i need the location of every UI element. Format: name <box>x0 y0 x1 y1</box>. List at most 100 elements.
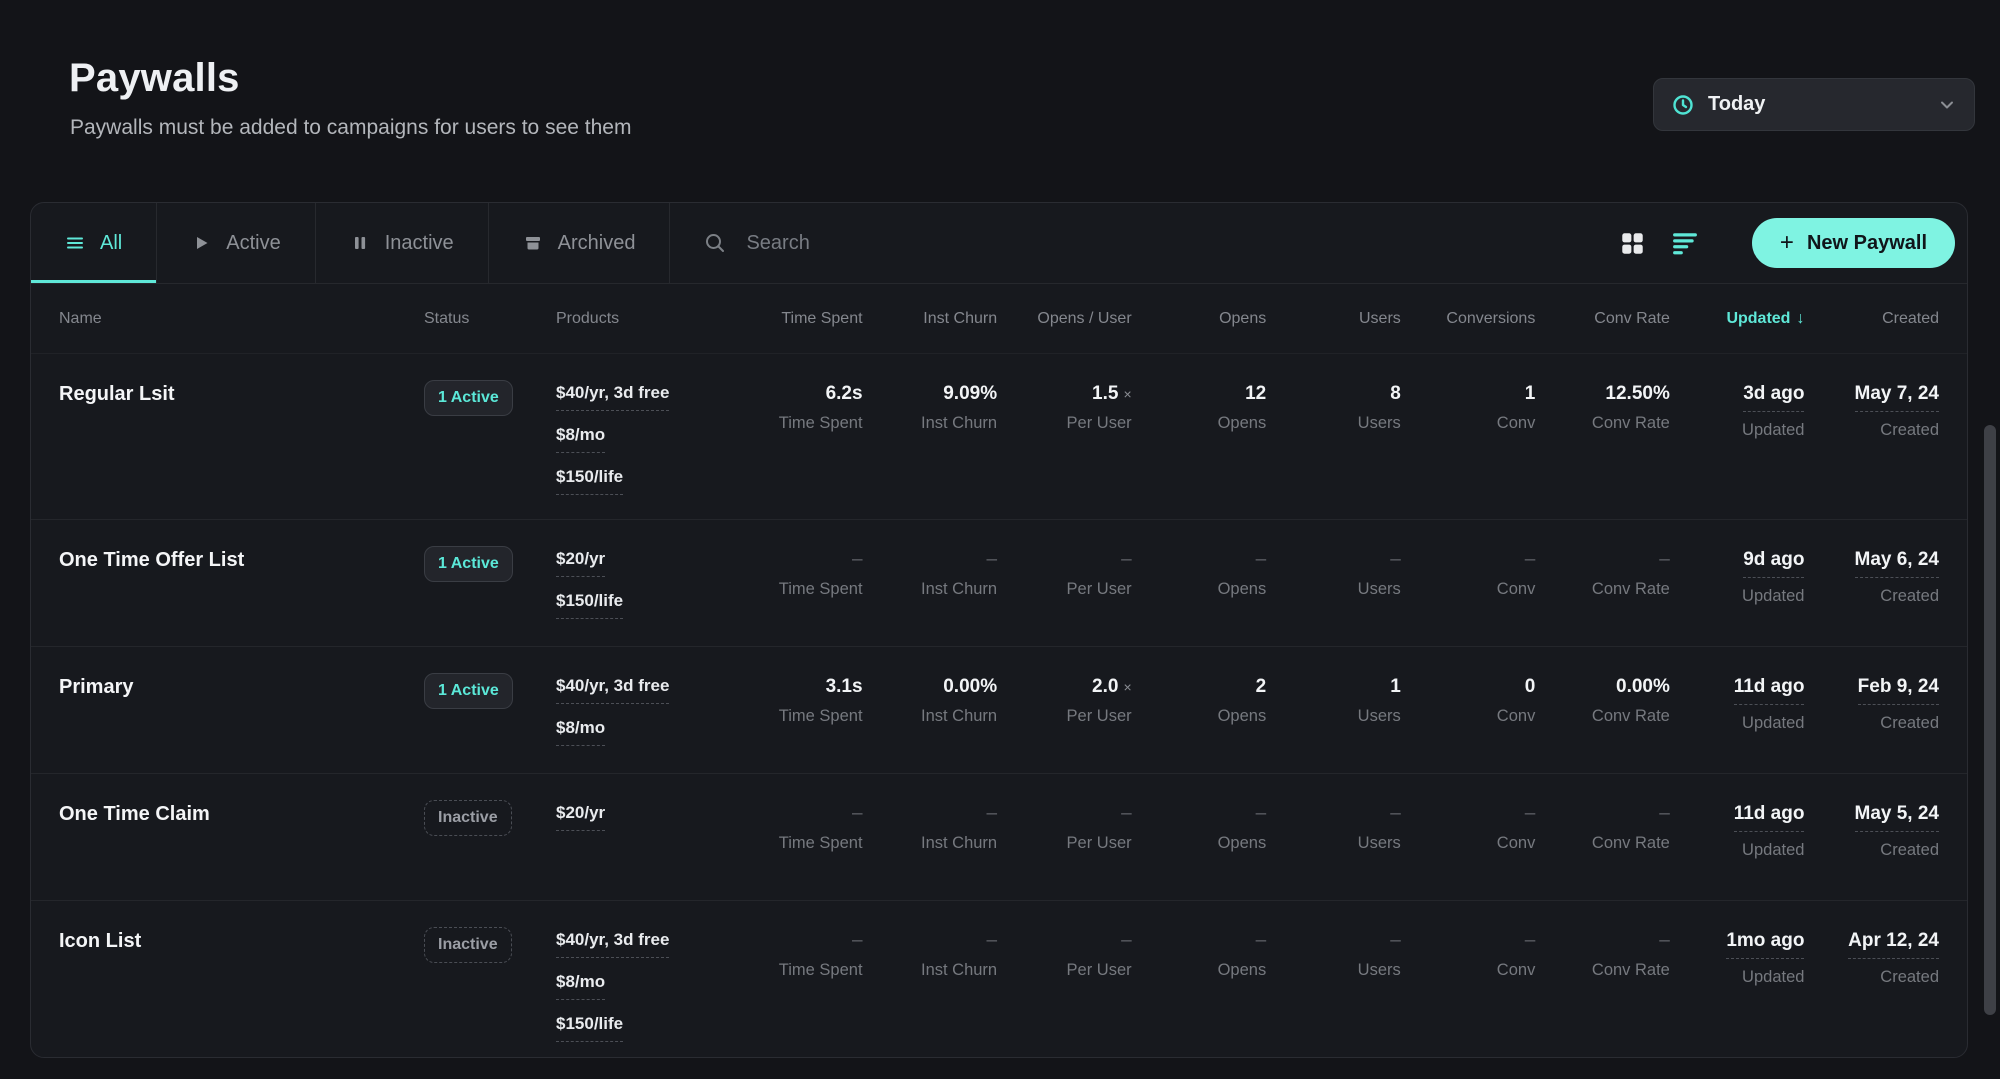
page-subtitle: Paywalls must be added to campaigns for … <box>70 116 631 140</box>
metric-label: Conv Rate <box>1592 707 1670 726</box>
status-badge: 1 Active <box>424 380 513 416</box>
column-header-conversions[interactable]: Conversions <box>1401 310 1536 328</box>
column-header-conv-rate[interactable]: Conv Rate <box>1535 310 1670 328</box>
opens-per-user-cell: –Per User <box>997 546 1132 599</box>
status-badge: 1 Active <box>424 673 513 709</box>
created-value: May 6, 24 <box>1855 549 1940 570</box>
metric-label: Created <box>1880 421 1939 440</box>
conversions-cell: –Conv <box>1401 800 1536 853</box>
updated-value: 3d ago <box>1743 383 1804 404</box>
grid-view-icon[interactable] <box>1620 231 1645 256</box>
table-row[interactable]: Icon List Inactive $40/yr, 3d free$8/mo$… <box>31 901 1967 1058</box>
tab-inactive[interactable]: Inactive <box>316 203 489 283</box>
product-price: $20/yr <box>556 803 605 831</box>
metric-label: Conv <box>1497 834 1536 853</box>
empty-value: – <box>1256 803 1267 824</box>
metric-label: Conv <box>1497 707 1536 726</box>
page-title: Paywalls <box>69 56 240 101</box>
list-lines-icon <box>65 233 85 253</box>
pause-icon <box>350 233 370 253</box>
table-body: Regular Lsit 1 Active $40/yr, 3d free $8/… <box>31 354 1967 1058</box>
table-row[interactable]: Primary 1 Active $40/yr, 3d free$8/mo 3.… <box>31 647 1967 774</box>
conv-rate-value: 0.00% <box>1616 676 1670 697</box>
empty-value: – <box>1121 930 1132 951</box>
name-cell: Regular Lsit <box>59 380 424 406</box>
column-header-status[interactable]: Status <box>424 310 556 328</box>
clock-icon <box>1672 94 1694 116</box>
metric-label: Updated <box>1742 968 1804 987</box>
metric-label: Updated <box>1742 714 1804 733</box>
product-price: $8/mo <box>556 972 605 1000</box>
list-view-icon[interactable] <box>1672 231 1698 255</box>
column-header-products[interactable]: Products <box>556 310 728 328</box>
updated-value: 11d ago <box>1734 803 1805 824</box>
column-header-created[interactable]: Created <box>1804 310 1939 328</box>
metric-label: Per User <box>1067 414 1132 433</box>
created-value: Apr 12, 24 <box>1848 930 1939 951</box>
inst-churn-cell: –Inst Churn <box>863 927 998 980</box>
metric-label: Users <box>1358 580 1401 599</box>
metric-label: Per User <box>1067 707 1132 726</box>
status-badge: Inactive <box>424 927 512 963</box>
tab-archived[interactable]: Archived <box>489 203 671 283</box>
created-cell: May 7, 24 Created <box>1804 380 1939 440</box>
table-row[interactable]: Regular Lsit 1 Active $40/yr, 3d free$8/… <box>31 354 1967 520</box>
updated-value: 11d ago <box>1734 676 1805 697</box>
column-header-name[interactable]: Name <box>59 310 424 328</box>
column-header-users[interactable]: Users <box>1266 310 1401 328</box>
metric-label: Updated <box>1742 421 1804 440</box>
tab-active[interactable]: Active <box>157 203 315 283</box>
conv-rate-cell: 0.00% Conv Rate <box>1535 673 1670 726</box>
opens-per-user-cell: –Per User <box>997 927 1132 980</box>
new-paywall-button[interactable]: + New Paywall <box>1752 218 1955 268</box>
created-value: May 7, 24 <box>1855 383 1940 404</box>
opens-cell: –Opens <box>1132 546 1267 599</box>
time-spent-value: 6.2s <box>826 383 863 404</box>
metric-label: Opens <box>1218 834 1267 853</box>
metric-label: Created <box>1880 968 1939 987</box>
toolbar-right: + New Paywall <box>1620 203 1967 283</box>
inst-churn-cell: –Inst Churn <box>863 800 998 853</box>
column-header-inst-churn[interactable]: Inst Churn <box>863 310 998 328</box>
opens-cell: 12Opens <box>1132 380 1267 433</box>
column-header-opens-user[interactable]: Opens / User <box>997 310 1132 328</box>
metric-label: Opens <box>1218 580 1267 599</box>
table-row[interactable]: One Time Claim Inactive $20/yr –Time Spe… <box>31 774 1967 901</box>
play-icon <box>191 233 211 253</box>
table-row[interactable]: One Time Offer List 1 Active $20/yr$150/… <box>31 520 1967 647</box>
opens-per-user-value: 2.0 <box>1092 676 1118 697</box>
opens-cell: –Opens <box>1132 927 1267 980</box>
product-price: $8/mo <box>556 425 605 453</box>
tab-all[interactable]: All <box>31 203 157 283</box>
empty-value: – <box>987 803 998 824</box>
empty-value: – <box>1390 549 1401 570</box>
empty-value: – <box>1659 930 1670 951</box>
product-price: $40/yr, 3d free <box>556 676 669 704</box>
search-input[interactable] <box>744 231 1585 256</box>
paywall-name: Regular Lsit <box>59 380 175 406</box>
column-header-updated[interactable]: Updated↓ <box>1670 310 1805 328</box>
updated-cell: 11d ago Updated <box>1670 673 1805 733</box>
inst-churn-value: 9.09% <box>943 383 997 404</box>
column-header-time-spent[interactable]: Time Spent <box>728 310 863 328</box>
metric-label: Users <box>1358 961 1401 980</box>
scrollbar-thumb[interactable] <box>1984 425 1996 1015</box>
product-price: $150/life <box>556 467 623 495</box>
conv-rate-value: 12.50% <box>1605 383 1669 404</box>
date-filter-value: Today <box>1708 93 1765 116</box>
conversions-value: 1 <box>1525 383 1536 404</box>
metric-label: Updated <box>1742 587 1804 606</box>
date-filter-dropdown[interactable]: Today <box>1653 78 1975 131</box>
column-header-opens[interactable]: Opens <box>1132 310 1267 328</box>
empty-value: – <box>1659 549 1670 570</box>
empty-value: – <box>1121 549 1132 570</box>
tab-label: All <box>100 232 122 255</box>
conv-rate-cell: –Conv Rate <box>1535 927 1670 980</box>
metric-label: Conv Rate <box>1592 834 1670 853</box>
status-badge: 1 Active <box>424 546 513 582</box>
metric-label: Conv <box>1497 414 1536 433</box>
metric-label: Conv Rate <box>1592 580 1670 599</box>
updated-cell: 1mo ago Updated <box>1670 927 1805 987</box>
metric-label: Updated <box>1742 841 1804 860</box>
updated-value: 1mo ago <box>1726 930 1804 951</box>
